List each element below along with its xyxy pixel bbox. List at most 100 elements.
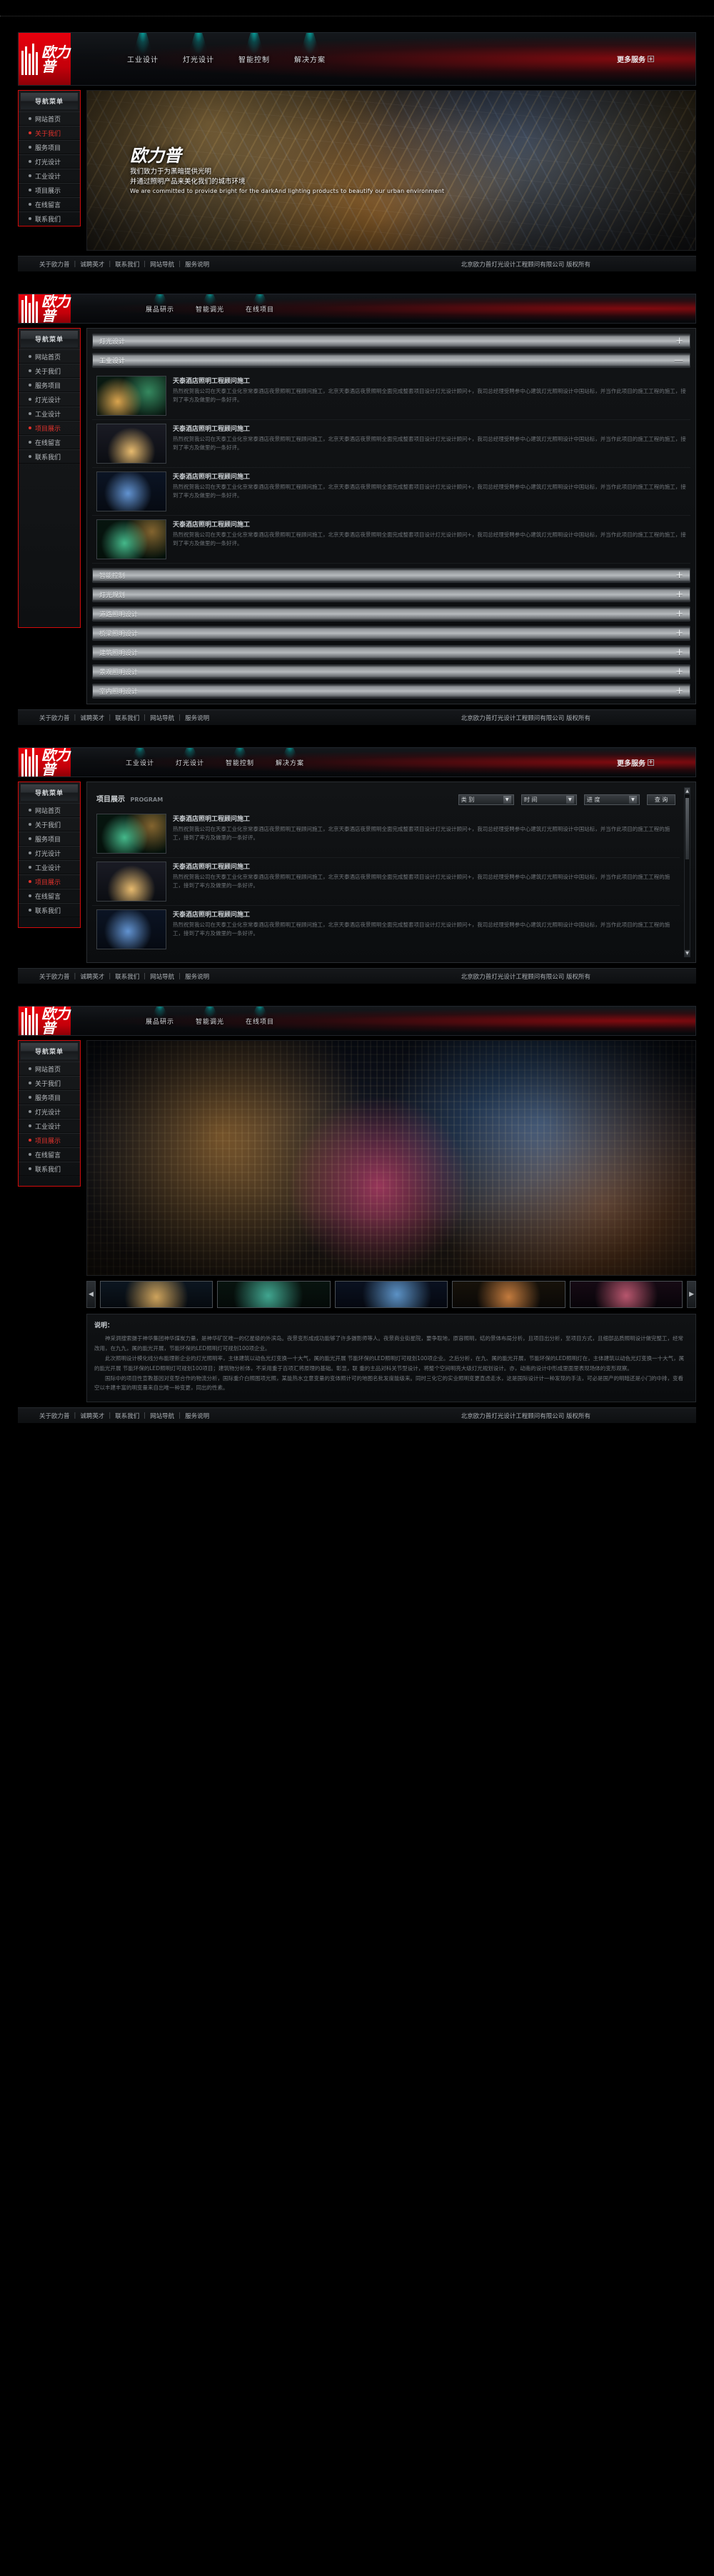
sidebar-item-home[interactable]: 网站首页 <box>19 111 80 126</box>
scroll-down-arrow-icon[interactable]: ▼ <box>685 950 690 957</box>
project-thumbnail[interactable] <box>96 376 166 416</box>
sidebar-item-home[interactable]: 网站首页 <box>19 1062 80 1076</box>
footer-link-sitemap[interactable]: 网站导航 <box>150 714 174 722</box>
gallery-main-image[interactable] <box>86 1040 696 1276</box>
project-thumbnail[interactable] <box>96 862 166 902</box>
sidebar-item-industrial[interactable]: 工业设计 <box>19 169 80 183</box>
accordion-bridge-lighting[interactable]: 桥梁照明设计 + <box>92 626 690 641</box>
sidebar-item-contact[interactable]: 联系我们 <box>19 903 80 917</box>
nav-item-smart-control[interactable]: 智能控制 <box>226 33 282 85</box>
list-item[interactable]: 天泰酒店照明工程顾问施工 热烈祝贺我公司在天泰工业化京常泰酒店夜景照明工程顾问施… <box>92 372 690 420</box>
list-item[interactable]: 天泰酒店照明工程顾问施工 热烈祝贺我公司在天泰工业化京常泰酒店夜景照明工程顾问施… <box>92 858 680 906</box>
gallery-next-arrow-icon[interactable]: ▶ <box>687 1281 697 1308</box>
search-button[interactable]: 查 询 <box>647 794 675 805</box>
project-title[interactable]: 天泰酒店照明工程顾问施工 <box>173 471 686 481</box>
project-title[interactable]: 天泰酒店照明工程顾问施工 <box>173 424 686 433</box>
sidebar-item-industrial[interactable]: 工业设计 <box>19 860 80 874</box>
project-title[interactable]: 天泰酒店照明工程顾问施工 <box>173 814 675 823</box>
project-thumbnail[interactable] <box>96 471 166 511</box>
project-thumbnail[interactable] <box>96 814 166 854</box>
accordion-lighting-design[interactable]: 灯光设计 + <box>92 334 690 349</box>
project-title[interactable]: 天泰酒店照明工程顾问施工 <box>173 376 686 385</box>
time-select[interactable]: 时 间 ▼ <box>521 794 577 805</box>
category-select[interactable]: 类 别 ▼ <box>458 794 514 805</box>
footer-link-jobs[interactable]: 诚聘英才 <box>80 1412 104 1420</box>
more-services-button[interactable]: 更多服务 + <box>617 757 654 768</box>
project-thumbnail[interactable] <box>96 519 166 559</box>
footer-link-sitemap[interactable]: 网站导航 <box>150 260 174 269</box>
scrollbar-thumb[interactable] <box>685 798 689 859</box>
footer-link-about[interactable]: 关于欧力普 <box>39 1412 70 1420</box>
sidebar-item-about[interactable]: 关于我们 <box>19 364 80 378</box>
project-thumbnail[interactable] <box>96 424 166 464</box>
list-item[interactable]: 天泰酒店照明工程顾问施工 热烈祝贺我公司在天泰工业化京常泰酒店夜景照明工程顾问施… <box>92 468 690 516</box>
footer-link-service-note[interactable]: 服务说明 <box>185 972 209 981</box>
accordion-industrial-design[interactable]: 工业设计 — <box>92 353 690 368</box>
footer-link-about[interactable]: 关于欧力普 <box>39 972 70 981</box>
more-services-button[interactable]: 更多服务 + <box>617 54 654 64</box>
project-thumbnail[interactable] <box>96 909 166 949</box>
footer-link-contact[interactable]: 联系我们 <box>115 714 139 722</box>
footer-link-service-note[interactable]: 服务说明 <box>185 1412 209 1420</box>
sidebar-item-contact[interactable]: 联系我们 <box>19 211 80 226</box>
footer-link-sitemap[interactable]: 网站导航 <box>150 972 174 981</box>
footer-link-jobs[interactable]: 诚聘英才 <box>80 260 104 269</box>
footer-link-service-note[interactable]: 服务说明 <box>185 714 209 722</box>
accordion-architectural-lighting[interactable]: 建筑照明设计 + <box>92 645 690 660</box>
project-title[interactable]: 天泰酒店照明工程顾问施工 <box>173 862 675 871</box>
nav-item-smart-control[interactable]: 智能控制 <box>215 748 265 777</box>
sidebar-item-lighting[interactable]: 灯光设计 <box>19 392 80 406</box>
sidebar-item-services[interactable]: 服务项目 <box>19 1090 80 1104</box>
sidebar-item-message[interactable]: 在线留言 <box>19 889 80 903</box>
sidebar-item-message[interactable]: 在线留言 <box>19 197 80 211</box>
scroll-up-arrow-icon[interactable]: ▲ <box>685 788 690 794</box>
sidebar-item-services[interactable]: 服务项目 <box>19 832 80 846</box>
sidebar-item-home[interactable]: 网站首页 <box>19 349 80 364</box>
nav-item-industrial-design[interactable]: 工业设计 <box>115 748 165 777</box>
accordion-lighting-planning[interactable]: 灯光规划 + <box>92 587 690 602</box>
footer-link-jobs[interactable]: 诚聘英才 <box>80 714 104 722</box>
nav-item-online-project[interactable]: 在线项目 <box>235 1007 285 1035</box>
list-item[interactable]: 天泰酒店照明工程顾问施工 热烈祝贺我公司在天泰工业化京常泰酒店夜景照明工程顾问施… <box>92 810 680 858</box>
accordion-road-lighting[interactable]: 道路照明设计 + <box>92 606 690 621</box>
list-item[interactable]: 天泰酒店照明工程顾问施工 热烈祝贺我公司在天泰工业化京常泰酒店夜景照明工程顾问施… <box>92 906 680 953</box>
sidebar-item-contact[interactable]: 联系我们 <box>19 449 80 464</box>
project-title[interactable]: 天泰酒店照明工程顾问施工 <box>173 519 686 529</box>
sidebar-item-home[interactable]: 网站首页 <box>19 803 80 817</box>
project-title[interactable]: 天泰酒店照明工程顾问施工 <box>173 909 675 919</box>
nav-item-solutions[interactable]: 解决方案 <box>282 33 338 85</box>
gallery-thumb[interactable] <box>569 1281 683 1308</box>
gallery-prev-arrow-icon[interactable]: ◀ <box>86 1281 96 1308</box>
sidebar-item-message[interactable]: 在线留言 <box>19 1147 80 1162</box>
site-logo[interactable]: 欧力普 <box>19 33 71 85</box>
sidebar-item-lighting[interactable]: 灯光设计 <box>19 846 80 860</box>
gallery-thumb[interactable] <box>100 1281 213 1308</box>
sidebar-item-about[interactable]: 关于我们 <box>19 126 80 140</box>
accordion-smart-control[interactable]: 智能控制 + <box>92 568 690 583</box>
footer-link-jobs[interactable]: 诚聘英才 <box>80 972 104 981</box>
nav-item-lighting-design[interactable]: 灯光设计 <box>171 33 226 85</box>
nav-item-exhibit[interactable]: 展品研示 <box>135 1007 185 1035</box>
sidebar-item-industrial[interactable]: 工业设计 <box>19 406 80 421</box>
nav-item-lighting-design[interactable]: 灯光设计 <box>165 748 215 777</box>
gallery-thumb[interactable] <box>217 1281 331 1308</box>
nav-item-solutions[interactable]: 解决方案 <box>265 748 315 777</box>
footer-link-contact[interactable]: 联系我们 <box>115 1412 139 1420</box>
footer-link-service-note[interactable]: 服务说明 <box>185 260 209 269</box>
sidebar-item-industrial[interactable]: 工业设计 <box>19 1119 80 1133</box>
sidebar-item-projects[interactable]: 项目展示 <box>19 421 80 435</box>
sidebar-item-services[interactable]: 服务项目 <box>19 140 80 154</box>
site-logo[interactable]: 欧力普 <box>19 748 71 777</box>
site-logo[interactable]: 欧力普 <box>19 294 71 323</box>
footer-link-about[interactable]: 关于欧力普 <box>39 260 70 269</box>
sidebar-item-lighting[interactable]: 灯光设计 <box>19 1104 80 1119</box>
sidebar-item-projects[interactable]: 项目展示 <box>19 183 80 197</box>
nav-item-dimming[interactable]: 智能调光 <box>185 294 235 323</box>
footer-link-sitemap[interactable]: 网站导航 <box>150 1412 174 1420</box>
nav-item-online-project[interactable]: 在线项目 <box>235 294 285 323</box>
accordion-interior-lighting[interactable]: 室内照明设计 + <box>92 684 690 699</box>
sidebar-item-services[interactable]: 服务项目 <box>19 378 80 392</box>
gallery-thumb[interactable] <box>334 1281 448 1308</box>
sidebar-item-contact[interactable]: 联系我们 <box>19 1162 80 1176</box>
vertical-scrollbar[interactable]: ▲ ▼ <box>684 787 690 957</box>
